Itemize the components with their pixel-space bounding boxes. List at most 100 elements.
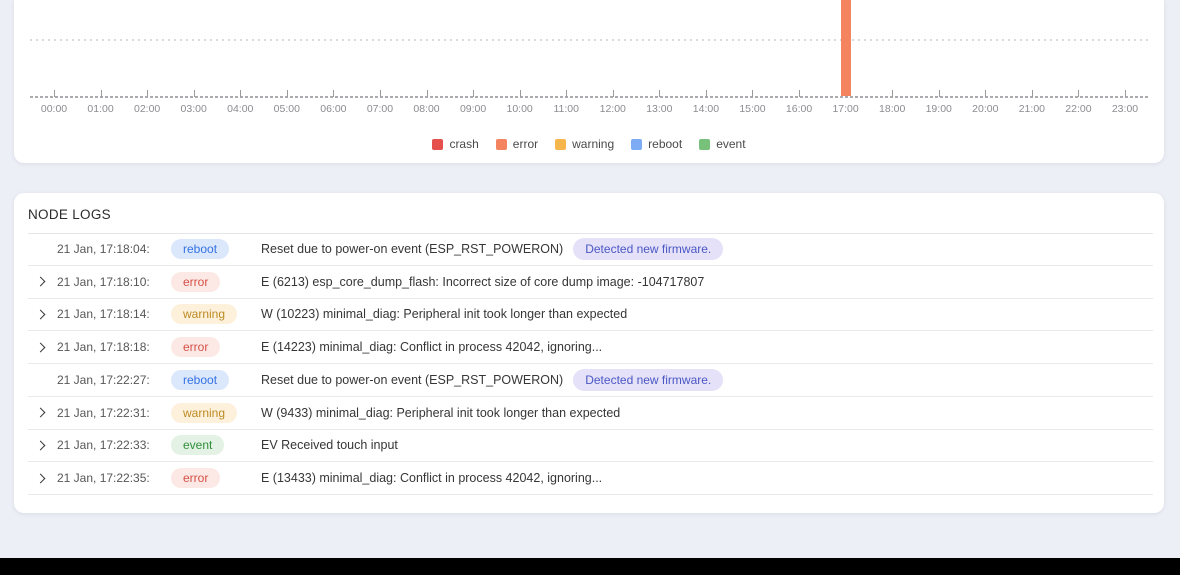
log-badge-cell: error [171, 272, 261, 292]
log-message-cell: EV Received touch input [261, 438, 398, 452]
x-axis-label: 18:00 [879, 103, 905, 115]
legend-item-reboot[interactable]: reboot [631, 137, 682, 151]
log-message-cell: W (10223) minimal_diag: Peripheral init … [261, 307, 627, 321]
expand-toggle[interactable] [28, 278, 57, 285]
log-row[interactable]: 21 Jan, 17:18:18:errorE (14223) minimal_… [28, 331, 1153, 364]
log-timestamp: 21 Jan, 17:18:10: [57, 275, 171, 289]
x-axis-label: 06:00 [320, 103, 346, 115]
chevron-right-icon [36, 277, 46, 287]
x-axis-tick [706, 90, 707, 97]
log-badge-cell: error [171, 468, 261, 488]
log-type-badge-error: error [171, 468, 220, 488]
x-axis-tick [613, 90, 614, 97]
x-axis-tick [54, 90, 55, 97]
legend-item-error[interactable]: error [496, 137, 538, 151]
legend-item-crash[interactable]: crash [432, 137, 478, 151]
x-axis-label: 14:00 [693, 103, 719, 115]
log-timestamp: 21 Jan, 17:18:18: [57, 340, 171, 354]
x-axis-tick [194, 90, 195, 97]
x-axis-label: 10:00 [507, 103, 533, 115]
x-axis-tick [147, 90, 148, 97]
firmware-detected-badge: Detected new firmware. [573, 238, 723, 260]
log-message-cell: E (14223) minimal_diag: Conflict in proc… [261, 340, 602, 354]
log-message: EV Received touch input [261, 438, 398, 452]
x-axis-label: 22:00 [1065, 103, 1091, 115]
log-badge-cell: reboot [171, 370, 261, 390]
log-row[interactable]: 21 Jan, 17:18:14:warningW (10223) minima… [28, 299, 1153, 332]
node-logs-title: NODE LOGS [28, 207, 111, 222]
log-timestamp: 21 Jan, 17:22:31: [57, 406, 171, 420]
x-axis-label: 16:00 [786, 103, 812, 115]
log-row[interactable]: 21 Jan, 17:22:35:error E (13433) minimal_… [28, 462, 1153, 495]
legend-label: crash [449, 137, 478, 151]
x-axis-tick [799, 90, 800, 97]
log-type-badge-warning: warning [171, 403, 237, 423]
expand-toggle[interactable] [28, 311, 57, 318]
log-message: W (10223) minimal_diag: Peripheral init … [261, 307, 627, 321]
log-row: 21 Jan, 17:18:04:rebootReset due to powe… [28, 233, 1153, 266]
log-timestamp: 21 Jan, 17:22:33: [57, 438, 171, 452]
x-axis-label: 12:00 [600, 103, 626, 115]
chevron-right-icon [36, 309, 46, 319]
chevron-right-icon [36, 342, 46, 352]
x-axis-label: 09:00 [460, 103, 486, 115]
x-axis-label: 11:00 [553, 103, 579, 115]
x-axis-tick [473, 90, 474, 97]
x-axis-tick [659, 90, 660, 97]
x-axis-line [30, 96, 1148, 98]
log-timestamp: 21 Jan, 17:18:04: [57, 242, 171, 256]
log-badge-cell: error [171, 337, 261, 357]
legend-label: warning [572, 137, 614, 151]
x-axis-label: 21:00 [1019, 103, 1045, 115]
x-axis-label: 23:00 [1112, 103, 1138, 115]
events-timeline-chart: 00:0001:0002:0003:0004:0005:0006:0007:00… [14, 0, 1164, 115]
x-axis-label: 13:00 [646, 103, 672, 115]
log-timestamp: 21 Jan, 17:22:35: [57, 471, 171, 485]
x-axis-tick [240, 90, 241, 97]
log-badge-cell: warning [171, 403, 261, 423]
log-type-badge-warning: warning [171, 304, 237, 324]
legend-label: error [513, 137, 538, 151]
log-type-badge-reboot: reboot [171, 239, 229, 259]
x-axis-tick [566, 90, 567, 97]
firmware-detected-badge: Detected new firmware. [573, 369, 723, 391]
log-row[interactable]: 21 Jan, 17:22:33:eventEV Received touch … [28, 430, 1153, 463]
log-badge-cell: event [171, 435, 261, 455]
log-message: E (14223) minimal_diag: Conflict in proc… [261, 340, 602, 354]
log-row[interactable]: 21 Jan, 17:18:10:errorE (6213) esp_core_… [28, 266, 1153, 299]
x-axis-label: 00:00 [41, 103, 67, 115]
log-message-cell: E (6213) esp_core_dump_flash: Incorrect … [261, 275, 704, 289]
legend-item-event[interactable]: event [699, 137, 745, 151]
events-chart-card: 00:0001:0002:0003:0004:0005:0006:0007:00… [14, 0, 1164, 163]
x-axis-label: 03:00 [181, 103, 207, 115]
chart-gridline [30, 39, 1148, 41]
log-message-cell: E (13433) minimal_diag: Conflict in proc… [261, 471, 602, 485]
crash-swatch-icon [432, 139, 443, 150]
chevron-right-icon [36, 473, 46, 483]
warning-swatch-icon [555, 139, 566, 150]
x-axis-tick [1125, 90, 1126, 97]
legend-label: event [716, 137, 745, 151]
x-axis-label: 05:00 [274, 103, 300, 115]
log-rows-list: 21 Jan, 17:18:04:rebootReset due to powe… [14, 233, 1164, 495]
chevron-right-icon [36, 408, 46, 418]
log-row: 21 Jan, 17:22:27:rebootReset due to powe… [28, 364, 1153, 397]
x-axis-tick [101, 90, 102, 97]
x-axis-tick [427, 90, 428, 97]
error-bar[interactable] [841, 0, 851, 96]
x-axis-tick [752, 90, 753, 97]
expand-toggle[interactable] [28, 409, 57, 416]
event-swatch-icon [699, 139, 710, 150]
x-axis-label: 04:00 [227, 103, 253, 115]
x-axis-tick [892, 90, 893, 97]
x-axis-label: 07:00 [367, 103, 393, 115]
legend-item-warning[interactable]: warning [555, 137, 614, 151]
log-row[interactable]: 21 Jan, 17:22:31:warning W (9433) minimal… [28, 397, 1153, 430]
expand-toggle[interactable] [28, 475, 57, 482]
log-message: W (9433) minimal_diag: Peripheral init t… [261, 406, 620, 420]
expand-toggle[interactable] [28, 344, 57, 351]
x-axis-tick [1032, 90, 1033, 97]
expand-toggle[interactable] [28, 442, 57, 449]
x-axis-label: 19:00 [926, 103, 952, 115]
log-message-cell: Reset due to power-on event (ESP_RST_POW… [261, 369, 723, 391]
